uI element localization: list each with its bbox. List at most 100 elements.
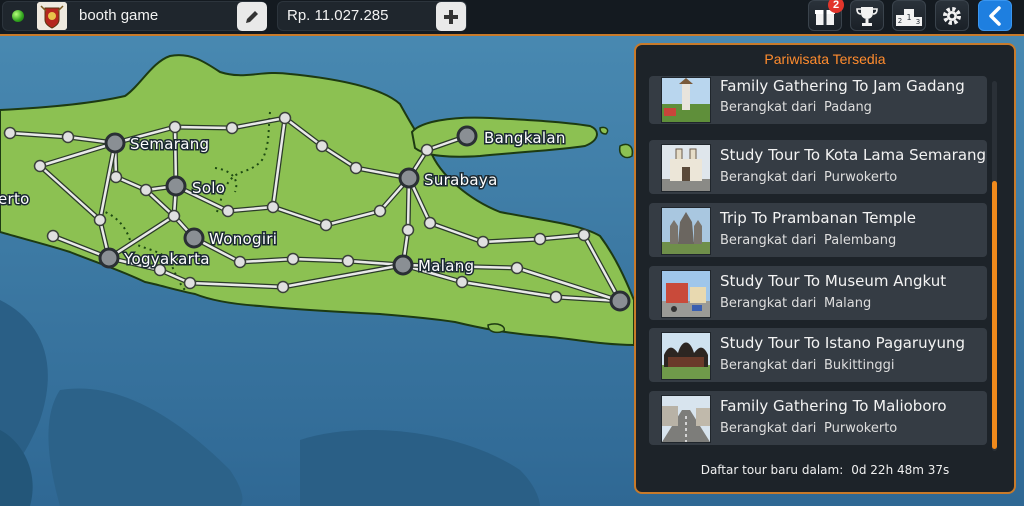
route-waypoint xyxy=(286,252,300,266)
city-node[interactable] xyxy=(165,175,187,197)
route-waypoint xyxy=(533,232,547,246)
achievements-button[interactable] xyxy=(850,0,884,31)
tour-card[interactable]: Study Tour To Museum Angkut Berangkat da… xyxy=(649,266,987,320)
edit-pencil-icon xyxy=(246,10,258,23)
city-node[interactable] xyxy=(104,132,126,154)
route-waypoint xyxy=(476,235,490,249)
route-waypoint xyxy=(33,159,47,173)
route-waypoint xyxy=(423,216,437,230)
route-line xyxy=(173,125,234,130)
tour-title: Trip To Prambanan Temple xyxy=(720,209,916,227)
player-name: booth game xyxy=(79,7,159,24)
add-money-button[interactable] xyxy=(436,2,466,31)
route-waypoint xyxy=(577,228,591,242)
tour-departure-label: Berangkat dari xyxy=(720,296,817,311)
city-label-surabaya: Surabaya xyxy=(424,171,498,189)
route-waypoint xyxy=(455,275,469,289)
settings-button[interactable] xyxy=(935,0,969,31)
route-waypoint xyxy=(46,229,60,243)
city-node[interactable] xyxy=(98,247,120,269)
city-label-wonogiri: Wonogiri xyxy=(209,230,277,248)
route-waypoint xyxy=(233,255,247,269)
money-pill: Rp. 11.027.285 xyxy=(277,1,467,31)
tour-departure-label: Berangkat dari xyxy=(720,100,817,115)
route-waypoint xyxy=(373,204,387,218)
city-label-semarang: Semarang xyxy=(130,135,209,153)
tour-title: Family Gathering To Malioboro xyxy=(720,397,947,415)
route-waypoint xyxy=(183,276,197,290)
route-waypoint xyxy=(276,280,290,294)
city-label-bangkalan: Bangkalan xyxy=(484,129,566,147)
tour-departure-label: Berangkat dari xyxy=(720,233,817,248)
route-waypoint xyxy=(61,130,75,144)
city-node[interactable] xyxy=(392,254,414,276)
panel-title: Pariwisata Tersedia xyxy=(764,51,886,67)
tour-card[interactable]: Trip To Prambanan Temple Berangkat dari … xyxy=(649,203,987,257)
tour-card[interactable]: Study Tour To Istano Pagaruyung Berangka… xyxy=(649,328,987,382)
edit-name-button[interactable] xyxy=(237,2,267,31)
gear-icon xyxy=(943,6,961,25)
tour-departure-label: Berangkat dari xyxy=(720,421,817,436)
svg-text:2: 2 xyxy=(898,17,902,25)
city-label-solo: Solo xyxy=(192,179,225,197)
route-waypoint xyxy=(315,139,329,153)
city-label-purwokerto: erto xyxy=(0,190,30,208)
city-node[interactable] xyxy=(398,167,420,189)
status-online-icon xyxy=(12,10,24,22)
route-waypoint xyxy=(549,290,563,304)
tour-departure-city: Padang xyxy=(824,100,872,115)
tour-thumbnail xyxy=(661,144,711,192)
city-node[interactable] xyxy=(609,290,631,312)
route-waypoint xyxy=(401,223,415,237)
new-tour-timer: Daftar tour baru dalam: 0d 22h 48m 37s xyxy=(636,463,1014,477)
top-bar: booth game Rp. 11.027.285 2 1 2 3 xyxy=(0,0,1024,36)
route-waypoint xyxy=(93,213,107,227)
tour-thumbnail xyxy=(661,77,711,123)
route-waypoint xyxy=(278,111,292,125)
tour-departure-label: Berangkat dari xyxy=(720,358,817,373)
route-waypoint xyxy=(349,161,363,175)
city-node[interactable] xyxy=(183,227,205,249)
tour-departure-city: Purwokerto xyxy=(824,421,898,436)
tour-departure-city: Palembang xyxy=(824,233,897,248)
tour-card[interactable]: Family Gathering To Malioboro Berangkat … xyxy=(649,391,987,445)
trophy-icon xyxy=(856,6,878,26)
small-island xyxy=(618,143,634,159)
tour-departure-label: Berangkat dari xyxy=(720,170,817,185)
gift-button[interactable]: 2 xyxy=(808,0,844,31)
tour-title: Study Tour To Istano Pagaruyung xyxy=(720,334,965,352)
route-waypoint xyxy=(341,254,355,268)
tour-card[interactable]: Family Gathering To Jam Gadang Berangkat… xyxy=(649,76,987,124)
tour-card[interactable]: Study Tour To Kota Lama Semarang Berangk… xyxy=(649,140,987,194)
tour-departure-city: Purwokerto xyxy=(824,170,898,185)
route-waypoint xyxy=(420,143,434,157)
timer-value: 0d 22h 48m 37s xyxy=(851,463,950,477)
tour-title: Study Tour To Kota Lama Semarang xyxy=(720,146,987,164)
route-waypoint xyxy=(221,204,235,218)
avatar-icon[interactable] xyxy=(37,2,67,30)
route-waypoint xyxy=(510,261,524,275)
small-island xyxy=(487,323,506,334)
tour-list[interactable]: Family Gathering To Jam Gadang Berangkat… xyxy=(646,76,1004,459)
leaderboard-button[interactable]: 1 2 3 xyxy=(892,0,926,31)
tour-thumbnail xyxy=(661,395,711,443)
tour-title: Study Tour To Museum Angkut xyxy=(720,272,947,290)
notification-badge: 2 xyxy=(828,0,844,13)
city-node[interactable] xyxy=(456,125,478,147)
tour-thumbnail xyxy=(661,332,711,380)
route-waypoint xyxy=(168,120,182,134)
tour-panel: Pariwisata Tersedia Family Gathering To … xyxy=(634,43,1016,494)
back-button[interactable] xyxy=(978,0,1012,31)
route-waypoint xyxy=(139,183,153,197)
scrollbar-thumb[interactable] xyxy=(992,181,997,449)
tour-departure-city: Bukittinggi xyxy=(824,358,895,373)
city-label-malang: Malang xyxy=(418,257,474,275)
podium-icon: 1 2 3 xyxy=(896,8,922,26)
tour-thumbnail xyxy=(661,270,711,318)
plus-icon xyxy=(444,9,458,24)
svg-text:3: 3 xyxy=(916,18,920,26)
route-waypoint xyxy=(109,170,123,184)
route-waypoint xyxy=(3,126,17,140)
route-waypoint xyxy=(167,209,181,223)
small-island xyxy=(599,126,609,135)
